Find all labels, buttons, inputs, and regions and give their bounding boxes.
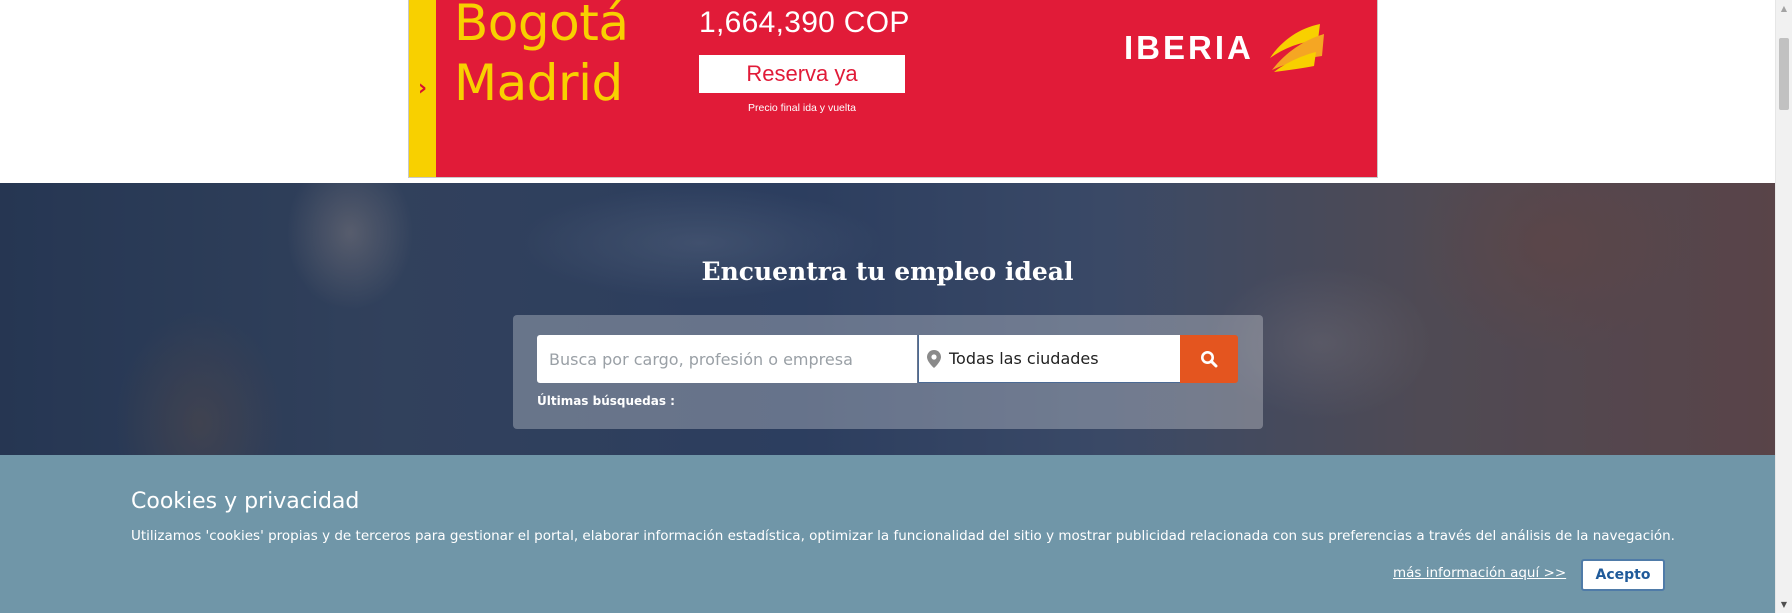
hero-title: Encuentra tu empleo ideal bbox=[701, 257, 1074, 286]
hero-section: Encuentra tu empleo ideal Todas las ciud… bbox=[0, 183, 1775, 455]
cookie-description: Utilizamos 'cookies' propias y de tercer… bbox=[131, 528, 1675, 544]
scroll-up-icon[interactable]: ▲ bbox=[1776, 0, 1792, 17]
ad-origin-city: Bogotá bbox=[454, 0, 629, 52]
ad-price: 1,664,390 COP bbox=[699, 6, 910, 39]
iberia-logo-text: IBERIA bbox=[1124, 29, 1254, 66]
cookie-accept-button[interactable]: Acepto bbox=[1581, 559, 1665, 591]
search-icon bbox=[1201, 351, 1218, 368]
cookie-banner: Cookies y privacidad Utilizamos 'cookies… bbox=[0, 455, 1775, 613]
scroll-thumb[interactable] bbox=[1779, 38, 1789, 110]
ad-destination-city: Madrid bbox=[454, 54, 623, 112]
ad-price-note: Precio final ida y vuelta bbox=[748, 102, 856, 114]
cookie-title: Cookies y privacidad bbox=[131, 489, 360, 514]
city-select-value: Todas las ciudades bbox=[949, 349, 1099, 368]
location-pin-icon bbox=[927, 349, 941, 368]
job-search-input[interactable] bbox=[537, 335, 917, 383]
ad-book-button[interactable]: Reserva ya bbox=[699, 55, 905, 93]
iberia-wing-icon bbox=[1269, 24, 1324, 72]
vertical-scrollbar[interactable]: ▲ ▼ bbox=[1775, 0, 1792, 613]
iberia-logo[interactable]: IBERIA bbox=[1124, 22, 1326, 74]
cookie-more-info-link[interactable]: más información aquí >> bbox=[1393, 565, 1566, 581]
recent-searches-label: Últimas búsquedas : bbox=[537, 394, 675, 408]
search-panel: Todas las ciudades Últimas búsquedas : bbox=[513, 315, 1263, 429]
ad-arrow-icon[interactable]: › bbox=[409, 0, 436, 177]
iberia-ad-banner[interactable]: › Bogotá Madrid 1,664,390 COP Reserva ya… bbox=[408, 0, 1378, 178]
scroll-down-icon[interactable]: ▼ bbox=[1776, 596, 1792, 613]
search-button[interactable] bbox=[1180, 335, 1238, 383]
city-select[interactable]: Todas las ciudades bbox=[918, 335, 1180, 383]
